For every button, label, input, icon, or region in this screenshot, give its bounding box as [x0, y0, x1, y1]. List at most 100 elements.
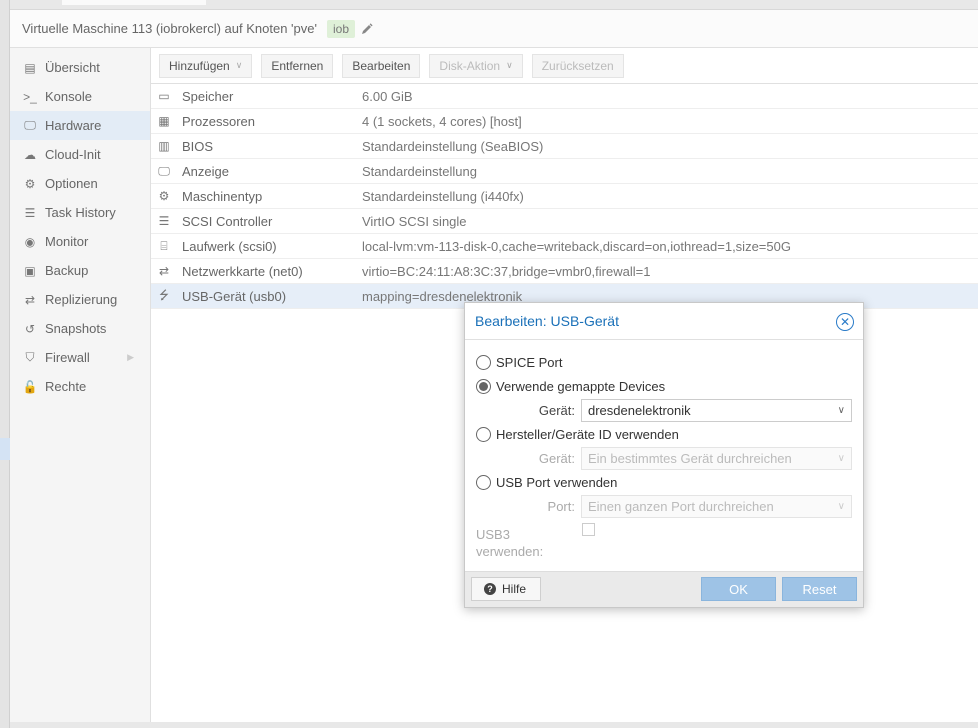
- dialog-footer: ? Hilfe OK Reset: [465, 571, 863, 607]
- cogs-icon: ⚙: [158, 189, 170, 203]
- device-label: Gerät:: [538, 403, 575, 418]
- panel-header: Virtuelle Maschine 113 (iobrokercl) auf …: [10, 10, 978, 48]
- revert-button[interactable]: Zurücksetzen: [531, 53, 624, 78]
- hardware-row-scsi[interactable]: ☰ SCSI Controller VirtIO SCSI single: [151, 209, 978, 234]
- chevron-down-icon: ∨: [837, 501, 845, 512]
- device-select[interactable]: dresdenelektronik ∨: [581, 399, 852, 422]
- hardware-row-machine[interactable]: ⚙ Maschinentyp Standardeinstellung (i440fx…: [151, 184, 978, 209]
- radio-button[interactable]: [476, 355, 491, 370]
- database-icon: ☰: [158, 214, 170, 228]
- left-strip: [0, 0, 10, 728]
- help-button-label: Hilfe: [502, 582, 527, 596]
- sidebar-item-overview[interactable]: ▤ Übersicht: [10, 53, 150, 82]
- hardware-row-memory[interactable]: ▭ Speicher 6.00 GiB: [151, 84, 978, 109]
- sidebar-item-snapshots[interactable]: ↺ Snapshots: [10, 314, 150, 343]
- sidebar-item-task-history[interactable]: ☰ Task History: [10, 198, 150, 227]
- left-strip-selection: [0, 438, 10, 460]
- sidebar-item-label: Firewall: [45, 350, 90, 365]
- radio-usb-port[interactable]: USB Port verwenden: [476, 475, 617, 490]
- radio-mapped-devices[interactable]: Verwende gemappte Devices: [476, 379, 665, 394]
- sidebar-item-label: Hardware: [45, 118, 102, 133]
- row-name: SCSI Controller: [182, 213, 273, 229]
- hardware-row-display[interactable]: 🖵 Anzeige Standardeinstellung: [151, 159, 978, 184]
- row-value: VirtIO SCSI single: [362, 213, 467, 229]
- sidebar-item-label: Cloud-Init: [45, 147, 101, 162]
- close-icon[interactable]: ✕: [836, 313, 854, 331]
- port-select[interactable]: Einen ganzen Port durchreichen ∨: [581, 495, 852, 518]
- sidebar-item-backup[interactable]: ▣ Backup: [10, 256, 150, 285]
- hardware-row-disk[interactable]: ⌸ Laufwerk (scsi0) local-lvm:vm-113-disk-0…: [151, 234, 978, 259]
- desktop-icon: 🖵: [158, 163, 170, 178]
- radio-button[interactable]: [476, 379, 491, 394]
- history-icon: ↺: [24, 321, 36, 336]
- memory-icon: ▭: [158, 89, 170, 103]
- sidebar-item-firewall[interactable]: ⛉ Firewall ▶: [10, 343, 150, 372]
- radio-spice-port[interactable]: SPICE Port: [476, 355, 562, 370]
- vendor-device-placeholder: Ein bestimmtes Gerät durchreichen: [588, 451, 792, 466]
- radio-button[interactable]: [476, 427, 491, 442]
- question-icon: ?: [484, 583, 496, 595]
- remove-button-label: Entfernen: [271, 58, 324, 73]
- hardware-row-cpu[interactable]: ▦ Prozessoren 4 (1 sockets, 4 cores) [host…: [151, 109, 978, 134]
- ok-button-label: OK: [729, 581, 748, 597]
- sidebar-item-console[interactable]: >_ Konsole: [10, 82, 150, 111]
- hardware-row-bios[interactable]: ▥ BIOS Standardeinstellung (SeaBIOS): [151, 134, 978, 159]
- edit-button[interactable]: Bearbeiten: [342, 53, 421, 78]
- row-name: USB-Gerät (usb0): [182, 288, 287, 304]
- book-icon: ▤: [24, 60, 36, 75]
- radio-label: SPICE Port: [496, 355, 563, 370]
- sidebar-item-label: Snapshots: [45, 321, 107, 336]
- row-value: virtio=BC:24:11:A8:3C:37,bridge=vmbr0,fi…: [362, 263, 651, 279]
- gear-icon: ⚙: [24, 176, 36, 191]
- dialog-title: Bearbeiten: USB-Gerät: [475, 313, 619, 329]
- radio-vendor-id[interactable]: Hersteller/Geräte ID verwenden: [476, 427, 679, 442]
- pencil-icon[interactable]: [361, 22, 373, 35]
- radio-button[interactable]: [476, 475, 491, 490]
- floppy-icon: ▣: [24, 263, 36, 278]
- usb3-checkbox[interactable]: [582, 523, 595, 536]
- top-tab: [62, 0, 206, 5]
- row-name: Prozessoren: [182, 113, 255, 129]
- sidebar-item-label: Replizierung: [45, 292, 118, 307]
- radio-label: USB Port verwenden: [496, 475, 618, 490]
- row-value: 6.00 GiB: [362, 88, 413, 104]
- sidebar-item-label: Konsole: [45, 89, 92, 104]
- reset-button[interactable]: Reset: [782, 577, 857, 601]
- sidebar-item-monitor[interactable]: ◉ Monitor: [10, 227, 150, 256]
- add-button[interactable]: Hinzufügen ∨: [159, 53, 253, 78]
- terminal-icon: >_: [23, 89, 37, 104]
- page-title: Virtuelle Maschine 113 (iobrokercl) auf …: [22, 21, 317, 36]
- vendor-device-label: Gerät:: [538, 451, 575, 466]
- ok-button[interactable]: OK: [701, 577, 776, 601]
- dialog-body: SPICE Port Verwende gemappte Devices Ger…: [465, 340, 863, 571]
- port-placeholder: Einen ganzen Port durchreichen: [588, 499, 774, 514]
- expand-arrow-icon: ▶: [127, 352, 134, 362]
- top-edge: [10, 0, 978, 10]
- port-label: Port:: [547, 499, 575, 514]
- usb3-label: USB3 verwenden:: [476, 526, 543, 560]
- sidebar-item-permissions[interactable]: 🔓 Rechte: [10, 372, 150, 401]
- usb-edit-dialog: Bearbeiten: USB-Gerät ✕ SPICE Port Verwe…: [464, 302, 864, 608]
- chevron-down-icon: ∨: [837, 405, 845, 416]
- radio-label: Hersteller/Geräte ID verwenden: [496, 427, 679, 442]
- row-value: Standardeinstellung: [362, 163, 477, 179]
- disk-action-label: Disk-Aktion: [439, 58, 501, 73]
- edit-button-label: Bearbeiten: [352, 58, 411, 73]
- hardware-row-network[interactable]: ⇄ Netzwerkkarte (net0) virtio=BC:24:11:A8:…: [151, 259, 978, 284]
- sidebar-item-label: Backup: [45, 263, 89, 278]
- device-select-value: dresdenelektronik: [588, 403, 691, 418]
- vendor-device-select[interactable]: Ein bestimmtes Gerät durchreichen ∨: [581, 447, 852, 470]
- help-button[interactable]: ? Hilfe: [471, 577, 542, 601]
- chevron-down-icon: ∨: [506, 60, 513, 70]
- disk-action-button[interactable]: Disk-Aktion ∨: [429, 53, 523, 78]
- sidebar-item-cloud-init[interactable]: ☁ Cloud-Init: [10, 140, 150, 169]
- row-name: Speicher: [182, 88, 234, 104]
- tag-badge[interactable]: iob: [326, 19, 355, 38]
- sidebar-nav: ▤ Übersicht >_ Konsole 🖵 Hardware ☁ Cloud-In…: [10, 48, 151, 722]
- usb-icon: ⭍: [159, 287, 169, 302]
- remove-button[interactable]: Entfernen: [261, 53, 334, 78]
- sidebar-item-options[interactable]: ⚙ Optionen: [10, 169, 150, 198]
- sidebar-item-replication[interactable]: ⇄ Replizierung: [10, 285, 150, 314]
- shield-icon: ⛉: [25, 350, 35, 364]
- sidebar-item-hardware[interactable]: 🖵 Hardware: [10, 111, 150, 140]
